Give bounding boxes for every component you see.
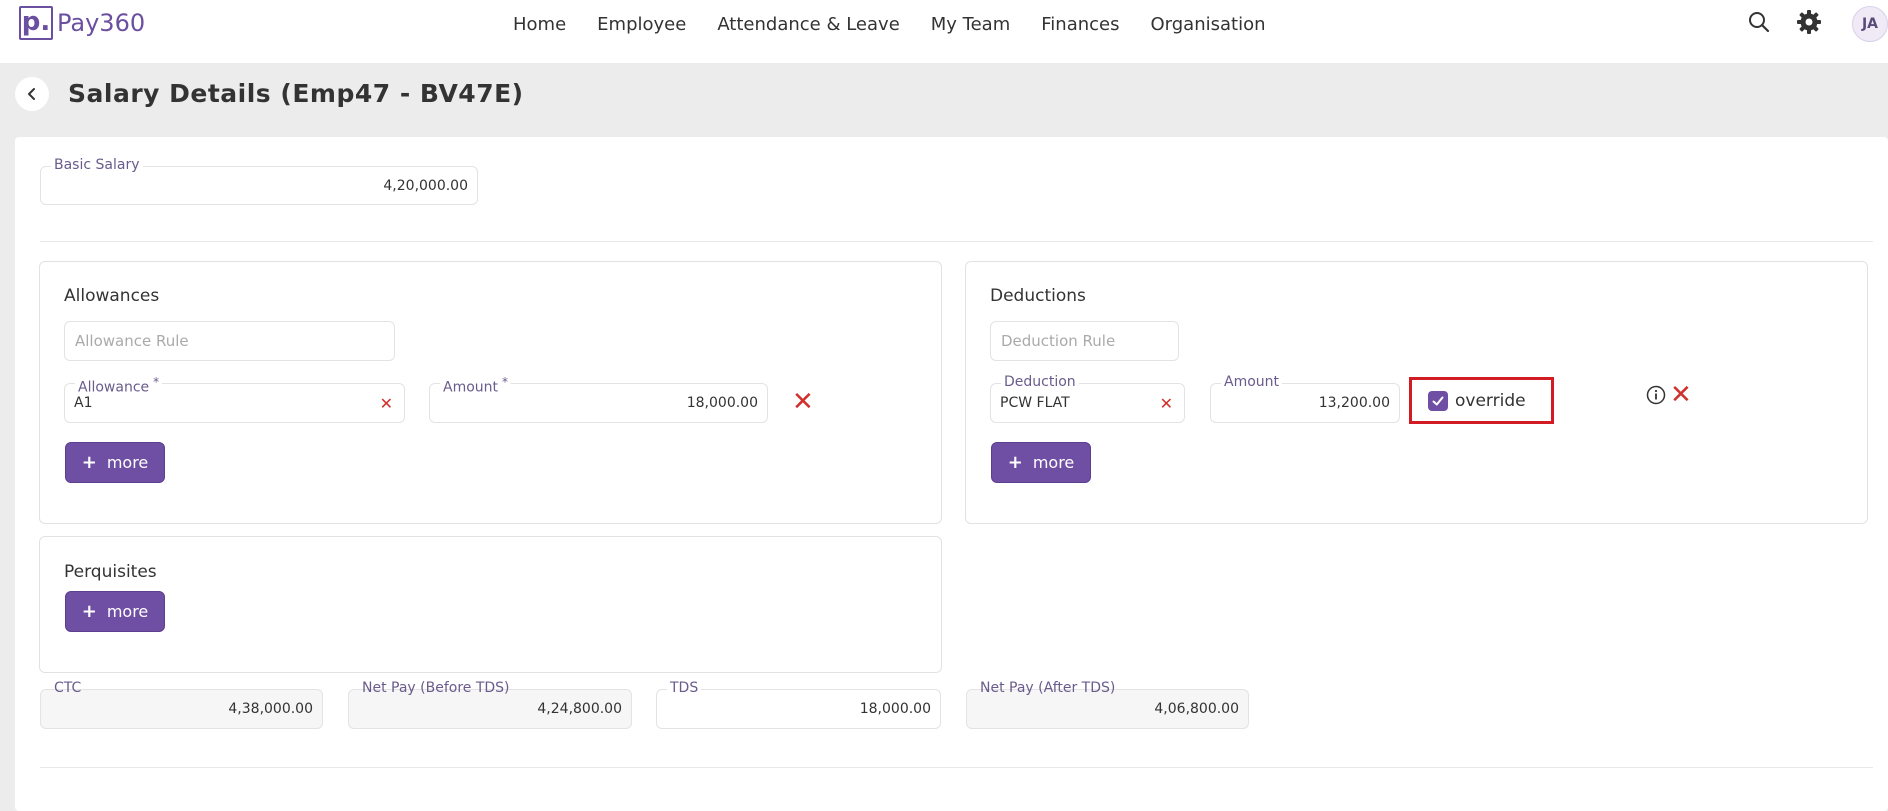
add-perquisite-button[interactable]: + more [65,591,165,632]
override-highlight: override [1409,377,1554,424]
nav-home[interactable]: Home [513,14,566,36]
allowance-select[interactable]: Allowance * A1 ✕ [64,373,405,423]
divider [40,241,1873,242]
gear-icon[interactable] [1795,8,1823,36]
ctc-label: CTC [54,680,82,696]
chevron-left-icon [28,88,35,100]
page-title: Salary Details (Emp47 - BV47E) [68,79,524,108]
tds-field[interactable]: TDS 18,000.00 [656,679,941,729]
plus-icon: + [1007,452,1023,473]
net-pay-before-tds-value: 4,24,800.00 [537,701,622,717]
remove-deduction-icon[interactable]: ✕ [1670,382,1692,408]
tds-value: 18,000.00 [859,701,931,717]
ctc-field: CTC 4,38,000.00 [40,680,323,729]
override-checkbox[interactable] [1428,390,1448,411]
tds-label: TDS [667,679,702,697]
basic-salary-label: Basic Salary [51,156,143,174]
allowances-section: Allowances Allowance Rule Allowance * A1 … [39,261,942,524]
back-button[interactable] [15,77,49,111]
add-allowance-button[interactable]: + more [65,442,165,483]
perquisites-title: Perquisites [64,562,157,582]
remove-allowance-icon[interactable]: ✕ [792,389,814,415]
nav-attendance-leave[interactable]: Attendance & Leave [717,14,899,36]
allowance-value: A1 [74,395,93,411]
add-allowance-label: more [106,453,149,472]
basic-salary-value: 4,20,000.00 [383,177,468,194]
basic-salary-field[interactable]: Basic Salary 4,20,000.00 [40,156,478,205]
deduction-amount-field[interactable]: Amount 13,200.00 [1210,373,1400,423]
avatar[interactable]: JA [1852,6,1888,42]
perquisites-section: Perquisites + more [39,536,942,673]
add-deduction-label: more [1032,453,1075,472]
allowance-amount-label: Amount * [440,373,512,397]
allowance-amount-field[interactable]: Amount * 18,000.00 [429,373,768,423]
ctc-value: 4,38,000.00 [228,701,313,717]
plus-icon: + [81,452,97,473]
nav-organisation[interactable]: Organisation [1151,14,1266,36]
deduction-select[interactable]: Deduction PCW FLAT ✕ [990,373,1185,423]
nav-employee[interactable]: Employee [597,14,686,36]
app-logo[interactable]: p. Pay360 [19,6,145,40]
net-pay-before-tds-field: Net Pay (Before TDS) 4,24,800.00 [348,680,632,729]
override-label[interactable]: override [1455,391,1526,411]
deductions-title: Deductions [990,286,1086,306]
deduction-amount-value: 13,200.00 [1318,395,1390,411]
net-pay-after-tds-label: Net Pay (After TDS) [980,680,1116,696]
clear-allowance-icon[interactable]: ✕ [380,384,393,422]
add-perquisite-label: more [106,602,149,621]
nav-my-team[interactable]: My Team [931,14,1010,36]
allowance-rule-placeholder: Allowance Rule [75,332,189,350]
net-pay-after-tds-value: 4,06,800.00 [1154,701,1239,717]
top-navbar: p. Pay360 Home Employee Attendance & Lea… [0,0,1888,63]
app-name: Pay360 [57,9,146,37]
plus-icon: + [81,601,97,622]
clear-deduction-icon[interactable]: ✕ [1160,384,1173,422]
logo-mark: p. [19,6,53,40]
net-pay-after-tds-field: Net Pay (After TDS) 4,06,800.00 [966,680,1249,729]
allowance-amount-value: 18,000.00 [686,395,758,411]
deduction-rule-placeholder: Deduction Rule [1001,332,1116,350]
deduction-value: PCW FLAT [1000,395,1070,411]
nav-finances[interactable]: Finances [1041,14,1119,36]
deduction-amount-label: Amount [1221,373,1283,391]
add-deduction-button[interactable]: + more [991,442,1091,483]
salary-details-card: Basic Salary 4,20,000.00 Allowances Allo… [15,137,1888,811]
allowance-rule-input[interactable]: Allowance Rule [64,321,395,361]
deduction-rule-input[interactable]: Deduction Rule [990,321,1179,361]
info-icon[interactable] [1646,385,1666,405]
check-icon [1432,396,1444,405]
main-nav: Home Employee Attendance & Leave My Team… [513,14,1297,36]
net-pay-before-tds-label: Net Pay (Before TDS) [362,680,510,696]
allowances-title: Allowances [64,286,160,306]
divider [40,767,1873,768]
search-icon[interactable] [1745,8,1773,36]
